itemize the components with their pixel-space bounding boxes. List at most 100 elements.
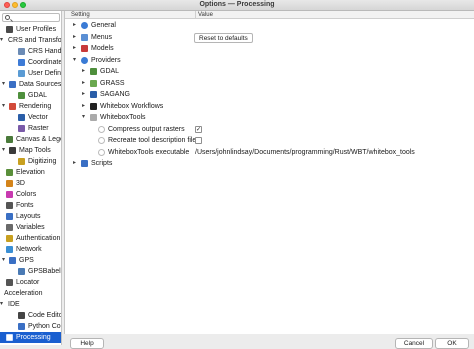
cancel-button[interactable]: Cancel <box>395 338 433 349</box>
tree-row-whiteboxtools[interactable]: ▾ WhiteboxTools <box>65 112 474 124</box>
rendering-icon <box>9 103 16 110</box>
tree-row-models[interactable]: ▸ Models <box>65 43 474 55</box>
sidebar-item-3d[interactable]: 3D <box>0 178 61 189</box>
sidebar-item-fonts[interactable]: Fonts <box>0 200 61 211</box>
tree-row-menus[interactable]: ▸ Menus Reset to defaults <box>65 32 474 44</box>
expand-arrow-icon[interactable]: ▸ <box>82 78 85 90</box>
expand-arrow-icon[interactable]: ▸ <box>82 101 85 113</box>
setting-checkbox[interactable] <box>195 137 202 144</box>
tree-row-general[interactable]: ▸ General <box>65 20 474 32</box>
sidebar-item-crs-and-transform[interactable]: ▾ CRS and Transform <box>0 35 62 46</box>
setting-label: Whitebox Workflows <box>100 102 164 110</box>
expand-arrow-icon[interactable]: ▾ <box>2 79 5 90</box>
user-defined-icon <box>18 70 25 77</box>
sidebar-item-crs-handling[interactable]: CRS Handling <box>0 46 61 57</box>
tree-row-grass[interactable]: ▸ GRASS <box>65 78 474 90</box>
layouts-icon <box>6 213 13 220</box>
sidebar-item-label: IDE <box>8 301 20 308</box>
search-icon <box>5 15 10 20</box>
value-column-header[interactable]: Value <box>195 11 213 19</box>
sidebar-item-authentication[interactable]: Authentication <box>0 233 61 244</box>
sidebar-item-digitizing[interactable]: Digitizing <box>0 156 61 167</box>
sidebar-item-label: Vector <box>28 114 48 121</box>
window-title: Options — Processing <box>199 1 275 8</box>
sidebar-item-user-defined[interactable]: User Defined <box>0 68 61 79</box>
sidebar-item-raster[interactable]: Raster <box>0 123 61 134</box>
help-button[interactable]: Help <box>70 338 104 349</box>
setting-label: GDAL <box>100 68 120 75</box>
expand-arrow-icon[interactable]: ▸ <box>73 43 76 55</box>
sidebar-item-variables[interactable]: Variables <box>0 222 61 233</box>
option-icon <box>98 125 105 133</box>
sidebar-item-label: Network <box>16 246 42 253</box>
sidebar-item-gpsbabel[interactable]: GPSBabel <box>0 266 61 277</box>
tree-row-whitebox-workflows[interactable]: ▸ Whitebox Workflows <box>65 101 474 113</box>
sidebar-item-canvas-legend[interactable]: Canvas & Legend <box>0 134 61 145</box>
sidebar-item-label: CRS and Transform <box>8 37 62 44</box>
tree-row-providers[interactable]: ▾ Providers <box>65 55 474 67</box>
raster-icon <box>18 125 25 132</box>
expand-arrow-icon[interactable]: ▾ <box>2 101 5 112</box>
dialog-button-bar: Help Cancel OK <box>62 334 474 349</box>
expand-arrow-icon[interactable]: ▸ <box>73 32 76 44</box>
sidebar-item-acceleration[interactable]: Acceleration <box>0 288 61 299</box>
sidebar-item-processing[interactable]: Processing <box>0 332 61 343</box>
expand-arrow-icon[interactable]: ▾ <box>0 299 3 310</box>
collapse-arrow-icon[interactable]: ▾ <box>73 55 76 67</box>
collapse-arrow-icon[interactable]: ▾ <box>82 112 85 124</box>
vector-icon <box>18 114 25 121</box>
sidebar-item-label: Map Tools <box>19 147 51 154</box>
gps-icon <box>9 257 16 264</box>
setting-label: Scripts <box>91 160 113 167</box>
models-icon <box>81 45 88 52</box>
expand-arrow-icon[interactable]: ▸ <box>73 158 76 170</box>
sidebar-item-locator[interactable]: Locator <box>0 277 61 288</box>
setting-value[interactable]: /Users/johnlindsay/Documents/programming… <box>195 147 415 159</box>
expand-arrow-icon[interactable]: ▸ <box>73 20 76 32</box>
sidebar-item-label: Acceleration <box>4 290 43 297</box>
setting-label: Providers <box>91 56 121 64</box>
sidebar-item-user-profiles[interactable]: User Profiles <box>0 24 61 35</box>
setting-column-header[interactable]: Setting <box>71 11 90 19</box>
sidebar-item-ide[interactable]: ▾ IDE <box>0 299 61 310</box>
sidebar-item-data-sources[interactable]: ▾ Data Sources <box>0 79 61 90</box>
sidebar-item-colors[interactable]: Colors <box>0 189 61 200</box>
sidebar-item-label: Locator <box>16 279 40 286</box>
sidebar-search-input[interactable] <box>2 13 60 22</box>
expand-arrow-icon[interactable]: ▾ <box>2 145 5 156</box>
setting-label: WhiteboxTools executable <box>108 148 190 156</box>
locator-icon <box>6 279 13 286</box>
expand-arrow-icon[interactable]: ▾ <box>0 35 3 46</box>
tree-row-recreate-tool-description-files[interactable]: Recreate tool description files <box>65 135 474 147</box>
setting-label: GRASS <box>100 79 125 87</box>
sidebar-item-vector[interactable]: Vector <box>0 112 61 123</box>
sidebar-item-network[interactable]: Network <box>0 244 61 255</box>
tree-row-sagang[interactable]: ▸ SAGANG <box>65 89 474 101</box>
sidebar-item-label: GPS <box>19 257 34 264</box>
tree-row-whiteboxtools-executable[interactable]: WhiteboxTools executable/Users/johnlinds… <box>65 147 474 159</box>
elevation-icon <box>6 169 13 176</box>
whiteboxtools-icon <box>90 114 97 121</box>
expand-arrow-icon[interactable]: ▸ <box>82 66 85 78</box>
setting-checkbox[interactable]: ✓ <box>195 125 202 133</box>
expand-arrow-icon[interactable]: ▾ <box>2 255 5 266</box>
sidebar-list: User Profiles ▾ CRS and Transform CRS Handl… <box>0 24 62 343</box>
sidebar-item-gps[interactable]: ▾ GPS <box>0 255 61 266</box>
sidebar-item-rendering[interactable]: ▾ Rendering <box>0 101 61 112</box>
sidebar-item-code-editor[interactable]: Code Editor <box>0 310 61 321</box>
sidebar-item-label: 3D <box>16 180 25 187</box>
sidebar-item-python-console[interactable]: Python Console <box>0 321 61 332</box>
sidebar-item-coordinate[interactable]: Coordinate <box>0 57 61 68</box>
reset-to-defaults-button[interactable]: Reset to defaults <box>194 32 253 43</box>
tree-row-compress-output-rasters[interactable]: Compress output rasters ✓ <box>65 124 474 136</box>
sidebar-item-gdal[interactable]: GDAL <box>0 90 61 101</box>
fonts-icon <box>6 202 13 209</box>
tree-row-scripts[interactable]: ▸ Scripts <box>65 158 474 170</box>
sidebar-item-layouts[interactable]: Layouts <box>0 211 61 222</box>
tree-rows: ▸ General ▸ Menus Reset to defaults ▸ Models ▾ P… <box>65 20 474 170</box>
sidebar-item-elevation[interactable]: Elevation <box>0 167 61 178</box>
sidebar-item-map-tools[interactable]: ▾ Map Tools <box>0 145 61 156</box>
tree-row-gdal[interactable]: ▸ GDAL <box>65 66 474 78</box>
expand-arrow-icon[interactable]: ▸ <box>82 89 85 101</box>
ok-button[interactable]: OK <box>435 338 469 349</box>
